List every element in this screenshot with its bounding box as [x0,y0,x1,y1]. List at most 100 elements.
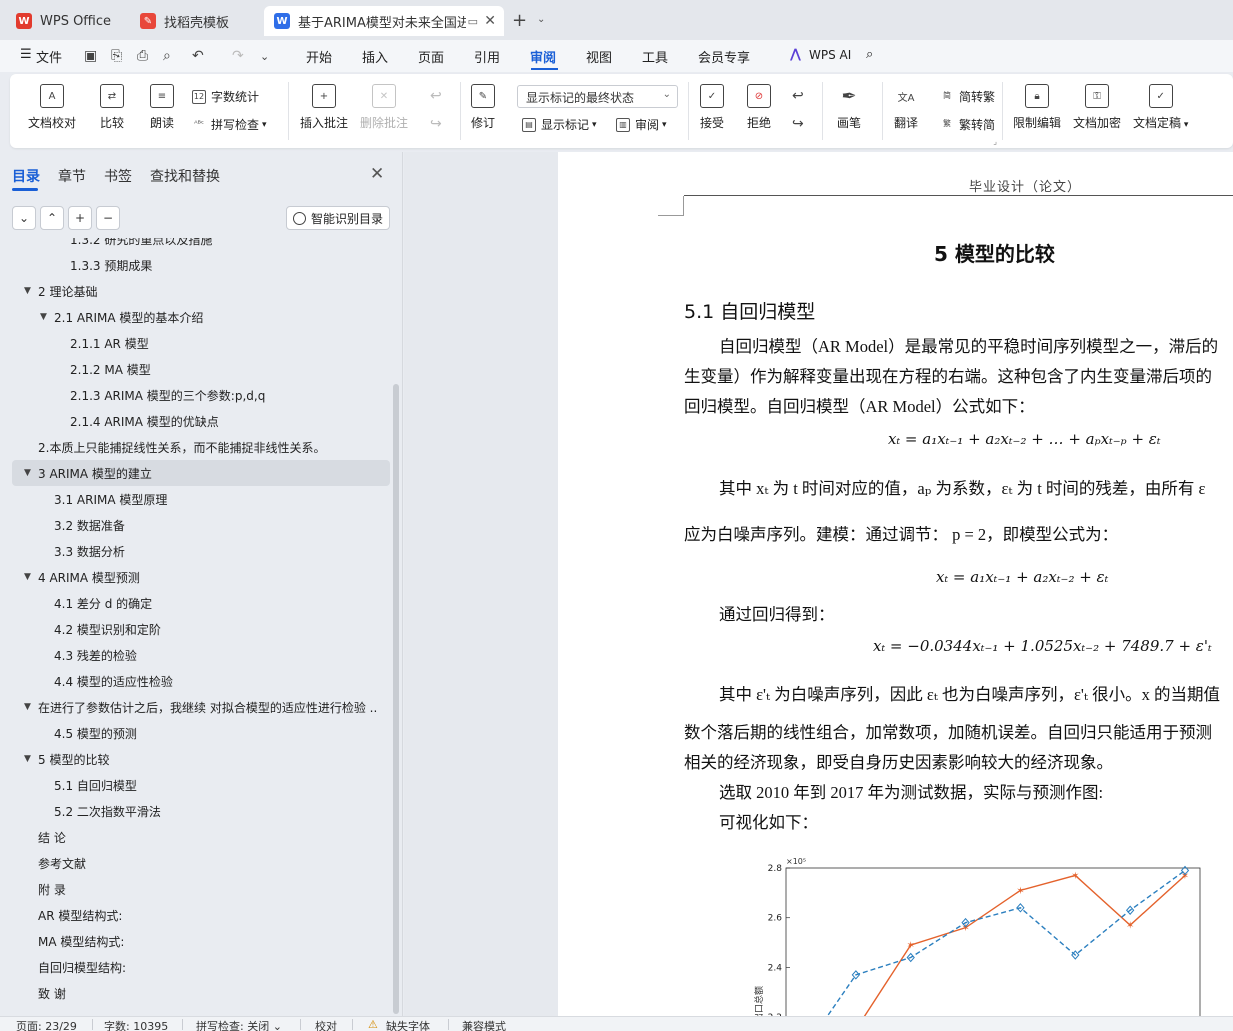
menu-wps-ai[interactable]: WPS AI [809,48,851,62]
toc-item[interactable]: ▼ 4 ARIMA 模型预测 [12,564,390,590]
menu-tools[interactable]: 工具 [642,47,668,66]
toc-item[interactable]: 附 录 [12,876,390,902]
toc-item[interactable]: 2.1.2 MA 模型 [12,356,390,382]
hamburger-icon[interactable]: ☰ [20,47,32,62]
menu-insert[interactable]: 插入 [362,47,388,66]
previous-comment-icon[interactable]: ↩ [430,88,442,104]
compare-button[interactable]: ⇄ 比较 [100,84,124,131]
read-aloud-button[interactable]: ≡ 朗读 [150,84,174,131]
menu-review[interactable]: 审阅 [530,47,556,66]
track-changes-button[interactable]: ✎ 修订 [471,84,495,131]
next-comment-icon[interactable]: ↪ [430,116,442,132]
restrict-edit-button[interactable]: 🔒︎ 限制编辑 [1013,84,1061,131]
toc-item[interactable]: AR 模型结构式: [12,902,390,928]
translate-button[interactable]: 文A 翻译 [894,84,918,131]
accept-button[interactable]: ✓ 接受 [700,84,724,131]
document-page[interactable]: 毕业设计（论文） 5 模型的比较 5.1 自回归模型 自回归模型（AR Mode… [558,152,1233,1016]
doc-check-button[interactable]: A 文档校对 [28,84,76,131]
tab-docer-templates[interactable]: ✎ 找稻壳模板 [130,6,258,36]
toc-item[interactable]: 2.本质上只能捕捉线性关系，而不能捕捉非线性关系。 [12,434,390,460]
menu-home[interactable]: 开始 [306,47,332,66]
insert-comment-button[interactable]: + 插入批注 [300,84,348,131]
menu-view[interactable]: 视图 [586,47,612,66]
nav-tab-chapters[interactable]: 章节 [58,166,86,186]
nav-scrollbar[interactable] [393,384,399,1014]
toc-item[interactable]: 5.2 二次指数平滑法 [12,798,390,824]
expand-up-button[interactable]: ⌃ [40,206,64,230]
toc-item[interactable]: 3.2 数据准备 [12,512,390,538]
menu-page[interactable]: 页面 [418,47,444,66]
expand-arrow-icon[interactable]: ▼ [24,754,31,764]
toc-item[interactable]: 3.3 数据分析 [12,538,390,564]
remove-heading-button[interactable]: − [96,206,120,230]
toc-item[interactable]: ▼ 2 理论基础 [12,278,390,304]
word-count-status[interactable]: 字数: 10395 [104,1018,168,1031]
delete-comment-button[interactable]: ✕ 删除批注 [360,84,408,131]
toc-item[interactable]: 4.5 模型的预测 [12,720,390,746]
smart-toc-button[interactable]: 智能识别目录 [286,206,390,230]
encrypt-button[interactable]: ⚿ 文档加密 [1073,84,1121,131]
toc-item[interactable]: 1.3.3 预期成果 [12,252,390,278]
nav-tab-toc[interactable]: 目录 [12,166,40,186]
previous-change-icon[interactable]: ↩ [792,88,804,104]
toc-item[interactable]: 结 论 [12,824,390,850]
toc-item[interactable]: 2.1.4 ARIMA 模型的优缺点 [12,408,390,434]
expand-arrow-icon[interactable]: ▼ [24,468,31,478]
menu-member[interactable]: 会员专享 [698,47,750,66]
toc-item[interactable]: 自回归模型结构: [12,954,390,980]
toc-item[interactable]: ▼ 5 模型的比较 [12,746,390,772]
missing-font-status[interactable]: 缺失字体 [386,1018,430,1031]
close-icon[interactable]: ✕ [370,164,384,184]
next-change-icon[interactable]: ↪ [792,116,804,132]
word-count-button[interactable]: 12 字数统计 [192,88,259,105]
toc-item[interactable]: ▼ 2.1 ARIMA 模型的基本介绍 [12,304,390,330]
toc-item[interactable]: 4.1 差分 d 的确定 [12,590,390,616]
redo-icon[interactable]: ↷ [232,48,244,64]
more-chevron-icon[interactable]: ⌄ [260,50,269,63]
toc-item[interactable]: 3.1 ARIMA 模型原理 [12,486,390,512]
show-markup-button[interactable]: ▤ 显示标记 ▾ [522,116,597,133]
toc-item[interactable]: 2.1.3 ARIMA 模型的三个参数:p,d,q [12,382,390,408]
spell-check-status[interactable]: 拼写检查: 关闭 ⌄ [196,1018,282,1031]
close-icon[interactable]: ✕ [484,13,496,29]
pen-button[interactable]: ✒ 画笔 [837,84,861,131]
chevron-down-icon[interactable]: ⌄ [537,14,545,25]
toc-item[interactable]: 2.1.1 AR 模型 [12,330,390,356]
toc-item[interactable]: 4.3 残差的检验 [12,642,390,668]
proofread-status[interactable]: 校对 [315,1018,337,1031]
toc-item[interactable]: 4.2 模型识别和定阶 [12,616,390,642]
toc-item[interactable]: 致 谢 [12,980,390,1006]
export-pdf-icon[interactable]: ⎘ [111,48,122,64]
toc-item[interactable]: ▼ 在进行了参数估计之后，我继续 对拟合模型的适应性进行检验 ... [12,694,390,720]
toc-item[interactable]: 参考文献 [12,850,390,876]
toc-item[interactable]: MA 模型结构式: [12,928,390,954]
toc-item[interactable]: ▼ 3 ARIMA 模型的建立 [12,460,390,486]
spell-check-button[interactable]: ᴬᴮᶜ 拼写检查 ▾ [192,116,266,133]
toc-item[interactable]: 1.3.2 研究的重点以及指施 [12,238,390,252]
reject-button[interactable]: ⊘ 拒绝 [747,84,771,131]
finalize-button[interactable]: ✓ 文档定稿 ▾ [1133,84,1188,131]
page-indicator[interactable]: 页面: 23/29 [16,1018,77,1031]
expand-arrow-icon[interactable]: ▼ [24,572,31,582]
print-icon[interactable]: ⎙ [137,48,148,64]
new-tab-button[interactable]: + [512,10,527,31]
tab-wps-office[interactable]: W WPS Office [6,6,124,36]
expand-arrow-icon[interactable]: ▼ [24,286,31,296]
nav-tab-find-replace[interactable]: 查找和替换 [150,166,220,186]
search-icon[interactable]: ⌕ [866,47,873,62]
expand-arrow-icon[interactable]: ▼ [24,702,31,712]
print-preview-icon[interactable]: ⌕ [163,48,171,64]
nav-tab-bookmarks[interactable]: 书签 [104,166,132,186]
expand-arrow-icon[interactable]: ▼ [40,312,47,322]
monitor-icon[interactable]: ▭ [468,15,478,28]
to-simplified-button[interactable]: 繁 繁转简 [940,116,995,133]
wps-ai-icon[interactable]: ⋀ [790,47,801,62]
tab-current-document[interactable]: W 基于ARIMA模型对未来全国进 ▭ ✕ [264,6,504,36]
toc-item[interactable]: 4.4 模型的适应性检验 [12,668,390,694]
collapse-all-button[interactable]: ⌄ [12,206,36,230]
undo-icon[interactable]: ↶ [192,48,204,64]
menu-references[interactable]: 引用 [474,47,500,66]
add-heading-button[interactable]: + [68,206,92,230]
save-icon[interactable]: ▣ [84,48,97,64]
review-pane-button[interactable]: ▥ 审阅 ▾ [616,116,667,133]
